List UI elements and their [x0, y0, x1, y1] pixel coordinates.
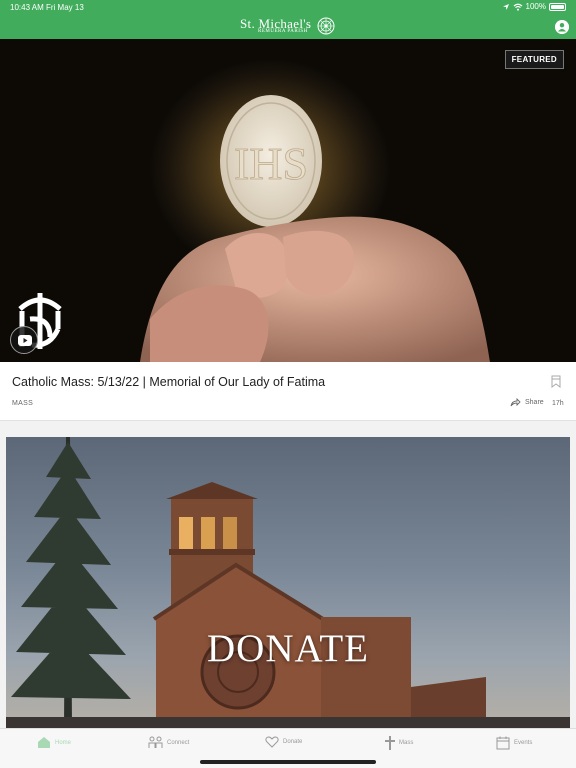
cross-icon — [385, 736, 395, 750]
brand-subtitle: REMUERA PARISH — [258, 29, 308, 34]
tab-donate[interactable]: Donate — [265, 736, 302, 748]
tab-events[interactable]: Events — [496, 736, 532, 750]
share-label: Share — [525, 399, 544, 406]
rose-window-icon — [317, 17, 335, 35]
bookmark-icon[interactable] — [551, 375, 561, 388]
featured-badge: FEATURED — [504, 50, 564, 69]
tab-events-label: Events — [514, 740, 533, 746]
battery-icon — [549, 2, 566, 11]
status-bar: 10:43 AM Fri May 13 100% — [0, 0, 576, 14]
church-image — [6, 437, 570, 728]
location-icon — [502, 3, 509, 10]
tab-donate-label: Donate — [283, 739, 303, 745]
eucharist-image: IHS — [140, 95, 490, 362]
tab-home[interactable]: Home — [37, 736, 71, 749]
featured-title[interactable]: Catholic Mass: 5/13/22 | Memorial of Our… — [12, 375, 325, 389]
battery-percent: 100% — [525, 2, 546, 11]
svg-text:IHS: IHS — [234, 138, 308, 189]
youtube-icon — [18, 335, 32, 346]
post-time: 17h — [552, 400, 564, 407]
calendar-icon — [496, 736, 510, 750]
tab-home-label: Home — [55, 739, 72, 746]
top-bar: 10:43 AM Fri May 13 100% St. Michael's R… — [0, 0, 576, 39]
tab-mass-label: Mass — [399, 740, 414, 746]
home-icon — [38, 737, 50, 748]
wifi-icon — [513, 3, 522, 11]
tab-connect-label: Connect — [167, 739, 190, 746]
status-time: 10:43 AM — [10, 3, 44, 12]
donate-card[interactable]: DONATE — [6, 437, 570, 728]
tab-connect[interactable]: Connect — [148, 736, 189, 749]
share-button[interactable]: Share — [510, 398, 544, 407]
featured-video-thumbnail[interactable]: IHS FEATURED — [0, 39, 576, 362]
home-indicator — [200, 760, 376, 764]
people-icon — [148, 736, 163, 748]
status-date: Fri May 13 — [46, 3, 84, 12]
status-indicators: 100% — [502, 2, 566, 11]
donate-label: DONATE — [207, 627, 369, 670]
featured-card-info[interactable]: Catholic Mass: 5/13/22 | Memorial of Our… — [0, 362, 576, 421]
heart-icon — [265, 736, 279, 748]
featured-category: MASS — [12, 400, 34, 407]
profile-icon[interactable] — [555, 20, 569, 34]
tab-mass[interactable]: Mass — [385, 736, 413, 750]
parish-logo: St. Michael's REMUERA PARISH — [240, 16, 336, 36]
youtube-play-button[interactable] — [10, 326, 38, 354]
share-icon — [510, 398, 521, 407]
